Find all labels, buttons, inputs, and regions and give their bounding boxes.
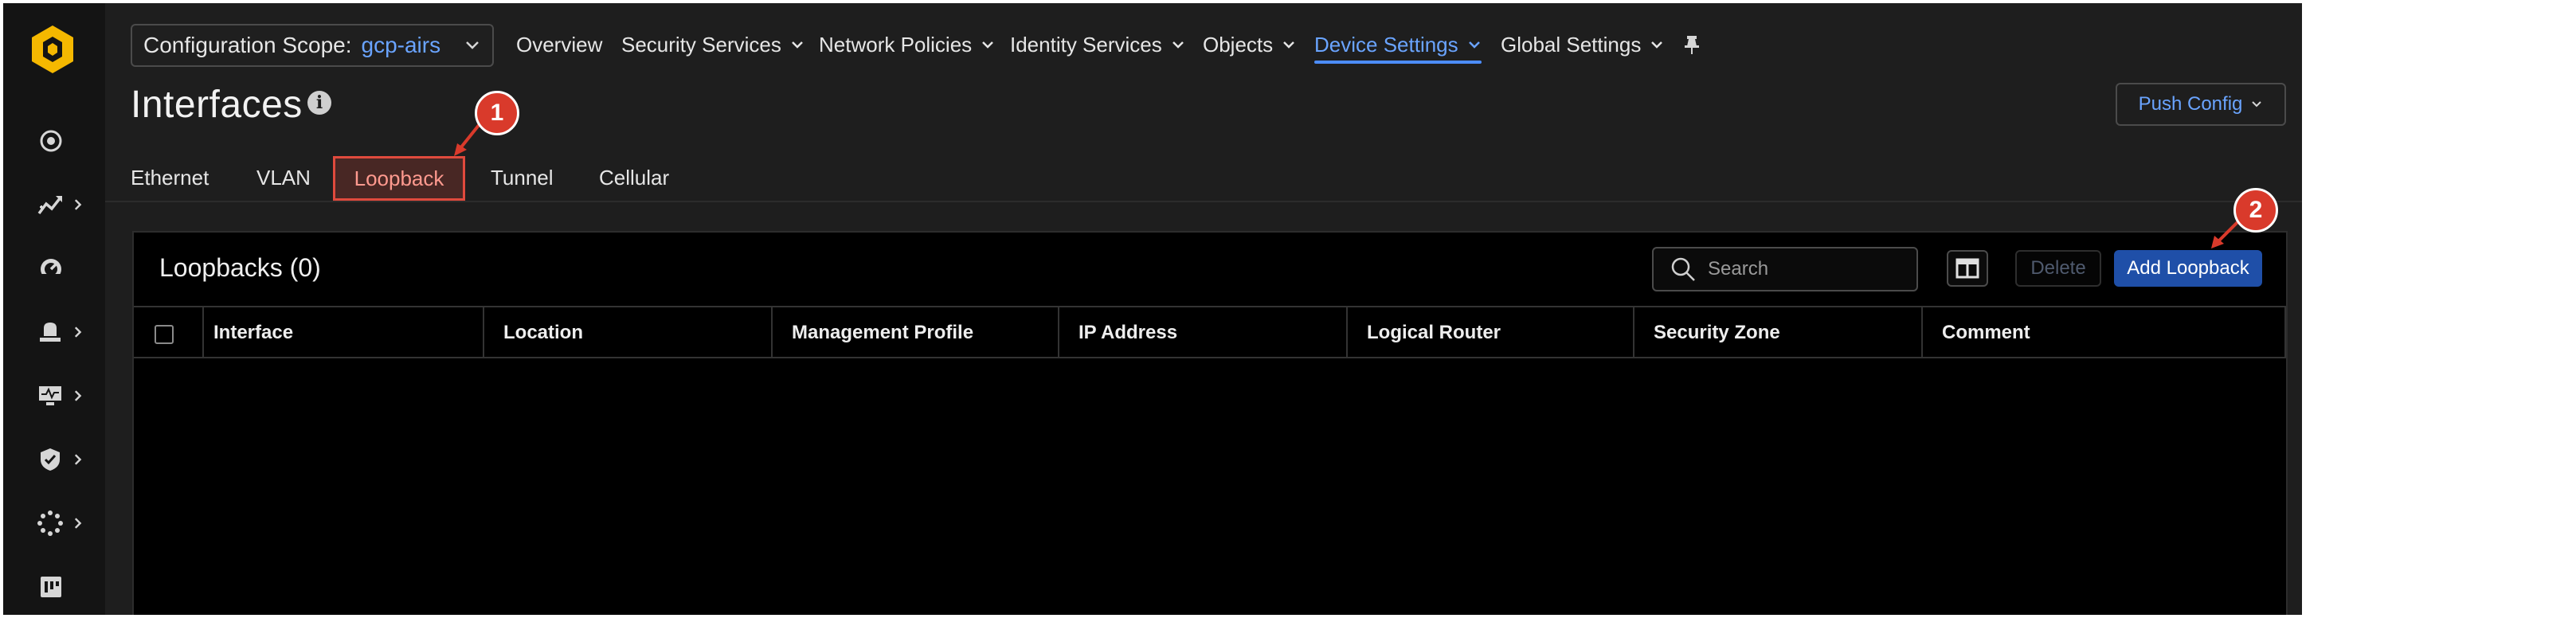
column-logical-router[interactable]: Logical Router — [1348, 307, 1634, 358]
push-config-label: Push Config — [2138, 93, 2243, 115]
column-settings-button[interactable] — [1947, 250, 1988, 287]
chevron-right-icon — [74, 327, 81, 338]
table-header: Interface Location Management Profile IP… — [134, 306, 2286, 358]
search-icon — [1671, 257, 1695, 281]
nav-objects[interactable]: Objects — [1203, 29, 1297, 61]
column-label: Location — [503, 322, 583, 343]
chevron-down-icon — [1283, 41, 1295, 49]
column-comment[interactable]: Comment — [1923, 307, 2286, 358]
configuration-scope-select[interactable]: Configuration Scope: gcp-airs — [131, 24, 494, 67]
rail-item-workflows[interactable] — [35, 567, 84, 607]
column-management-profile[interactable]: Management Profile — [773, 307, 1059, 358]
nav-global-settings[interactable]: Global Settings — [1501, 29, 1665, 61]
chevron-down-icon — [2252, 101, 2262, 108]
workflows-icon — [35, 571, 67, 603]
panel-title: Loopbacks (0) — [159, 253, 321, 282]
nav-label: Identity Services — [1010, 32, 1162, 57]
target-icon — [35, 125, 67, 157]
rail-item-alarms[interactable] — [35, 312, 84, 352]
column-ip-address[interactable]: IP Address — [1059, 307, 1348, 358]
rail-item-monitor[interactable] — [35, 376, 84, 416]
chevron-down-icon — [1651, 41, 1663, 49]
column-security-zone[interactable]: Security Zone — [1634, 307, 1923, 358]
nav-label: Global Settings — [1501, 32, 1642, 57]
nav-label: Device Settings — [1314, 32, 1458, 57]
column-label: Interface — [213, 322, 294, 343]
dashboard-gauge-icon — [35, 252, 67, 284]
alarm-bell-icon — [35, 316, 66, 348]
tab-ethernet[interactable]: Ethernet — [131, 162, 209, 193]
chevron-right-icon — [74, 390, 81, 401]
analytics-icon — [35, 189, 66, 221]
column-interface[interactable]: Interface — [134, 307, 484, 358]
column-label: Logical Router — [1367, 322, 1501, 343]
rail-item-security[interactable] — [35, 440, 84, 479]
nav-label: Network Policies — [819, 32, 973, 57]
chevron-right-icon — [74, 454, 81, 465]
nav-network-policies[interactable]: Network Policies — [819, 29, 996, 61]
column-label: Management Profile — [792, 322, 974, 343]
search-box[interactable] — [1652, 247, 1918, 291]
push-config-button[interactable]: Push Config — [2116, 83, 2286, 126]
delete-button[interactable]: Delete — [2015, 250, 2101, 287]
active-nav-indicator — [1314, 61, 1482, 64]
tab-label: Tunnel — [491, 165, 554, 190]
annotation-marker-2: 2 — [2233, 188, 2278, 233]
column-label: IP Address — [1079, 322, 1178, 343]
chevron-down-icon — [1172, 41, 1184, 49]
tab-label: Ethernet — [131, 165, 209, 190]
tab-divider — [105, 201, 2305, 202]
tab-tunnel[interactable]: Tunnel — [491, 162, 554, 193]
column-label: Comment — [1942, 322, 2030, 343]
scope-value: gcp-airs — [361, 33, 441, 57]
page-title: Interfaces — [131, 84, 303, 126]
rail-item-target[interactable] — [35, 121, 84, 161]
nav-label: Security Services — [621, 32, 781, 57]
scope-label: Configuration Scope: — [143, 33, 352, 57]
nav-device-settings[interactable]: Device Settings — [1314, 29, 1482, 61]
pin-icon[interactable] — [1681, 33, 1703, 56]
table-body — [134, 358, 2286, 618]
left-rail — [0, 0, 105, 618]
columns-icon — [1955, 258, 1979, 279]
search-input[interactable] — [1708, 258, 1899, 280]
loopbacks-panel: Loopbacks (0) Delete Add Loopback Interf… — [132, 231, 2288, 618]
tab-label: VLAN — [256, 165, 311, 190]
chevron-down-icon — [982, 41, 994, 49]
column-label: Security Zone — [1654, 322, 1780, 343]
settings-dots-icon — [35, 507, 66, 539]
info-icon[interactable]: i — [307, 91, 331, 115]
rail-item-settings[interactable] — [35, 503, 84, 543]
tab-label: Loopback — [354, 166, 444, 190]
tab-cellular[interactable]: Cellular — [599, 162, 669, 193]
rail-item-analytics[interactable] — [35, 185, 84, 225]
nav-overview[interactable]: Overview — [516, 29, 602, 61]
tab-label: Cellular — [599, 165, 670, 190]
brand-logo-icon[interactable] — [27, 24, 78, 75]
annotation-marker-1: 1 — [475, 91, 519, 135]
nav-identity-services[interactable]: Identity Services — [1010, 29, 1186, 61]
rail-item-dashboard[interactable] — [35, 248, 84, 288]
tab-vlan[interactable]: VLAN — [256, 162, 311, 193]
chevron-down-icon — [466, 41, 479, 49]
chevron-down-icon — [791, 41, 803, 49]
app-window: Configuration Scope: gcp-airs Overview S… — [0, 0, 2305, 618]
chevron-down-icon — [1468, 41, 1480, 49]
nav-security-services[interactable]: Security Services — [621, 29, 805, 61]
chevron-right-icon — [74, 518, 81, 529]
shield-check-icon — [35, 444, 66, 475]
chevron-right-icon — [74, 199, 81, 210]
nav-label: Overview — [516, 32, 603, 57]
monitor-icon — [35, 380, 66, 412]
nav-label: Objects — [1203, 32, 1274, 57]
column-location[interactable]: Location — [484, 307, 773, 358]
